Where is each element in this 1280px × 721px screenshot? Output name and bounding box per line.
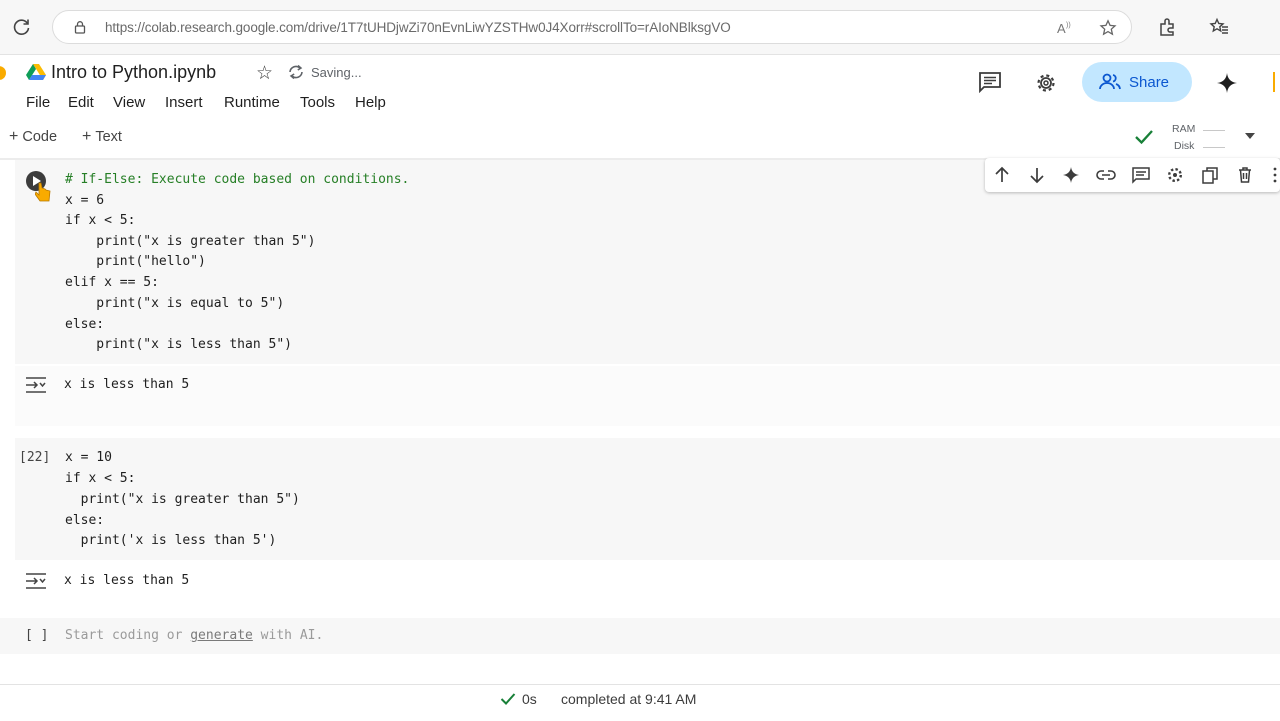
sync-icon: [289, 64, 303, 80]
colab-logo[interactable]: [0, 66, 6, 80]
code-line[interactable]: print('x is less than 5'): [65, 533, 277, 548]
ram-usage-bar: [1203, 130, 1225, 131]
ram-label[interactable]: RAM: [1172, 123, 1195, 135]
star-icon[interactable]: ☆: [256, 62, 273, 85]
output-toggle-icon[interactable]: [25, 572, 47, 590]
menu-runtime[interactable]: Runtime: [224, 94, 280, 111]
menu-file[interactable]: File: [26, 94, 50, 111]
code-line[interactable]: # If-Else: Execute code based on conditi…: [65, 172, 409, 187]
code-line[interactable]: elif x == 5:: [65, 275, 159, 290]
reload-icon[interactable]: [12, 17, 32, 37]
code-line[interactable]: x = 10: [65, 450, 112, 465]
share-label: Share: [1129, 74, 1170, 91]
menu-tools[interactable]: Tools: [300, 94, 335, 111]
comments-icon[interactable]: [978, 71, 1002, 93]
disk-usage-bar: [1203, 147, 1225, 148]
placeholder-text: with AI.: [252, 628, 324, 643]
plus-icon: +: [9, 128, 19, 145]
read-aloud-icon[interactable]: A )): [1055, 19, 1073, 37]
delete-icon[interactable]: [1236, 166, 1254, 184]
link-icon[interactable]: [1096, 166, 1116, 184]
svg-text:)): )): [1066, 22, 1071, 29]
browser-toolbar: https://colab.research.google.com/drive/…: [0, 0, 1280, 55]
favorites-icon[interactable]: [1209, 17, 1229, 37]
gemini-sparkle-icon[interactable]: [1216, 72, 1238, 94]
menu-insert[interactable]: Insert: [165, 94, 203, 111]
add-code-label: Code: [22, 129, 58, 145]
plus-icon: +: [82, 128, 92, 145]
mirror-cell-icon[interactable]: [1201, 166, 1219, 184]
status-check-icon: [500, 693, 516, 705]
execution-count[interactable]: [22]: [19, 450, 50, 465]
code-line[interactable]: print("x is equal to 5"): [65, 296, 284, 311]
extensions-icon[interactable]: [1157, 17, 1177, 37]
code-line[interactable]: print("x is less than 5"): [65, 337, 292, 352]
menu-view[interactable]: View: [113, 94, 145, 111]
code-line[interactable]: else:: [65, 513, 104, 528]
code-line[interactable]: x = 6: [65, 193, 104, 208]
code-line[interactable]: print("hello"): [65, 254, 206, 269]
gemini-cell-icon[interactable]: [1062, 166, 1080, 184]
share-button[interactable]: Share: [1082, 62, 1192, 102]
move-up-icon[interactable]: [993, 166, 1011, 184]
site-info-icon[interactable]: [73, 20, 87, 34]
cell-placeholder[interactable]: Start coding or generate with AI.: [65, 628, 323, 643]
cell-settings-icon[interactable]: [1166, 166, 1184, 184]
connected-check-icon[interactable]: [1134, 128, 1154, 146]
people-icon: [1099, 73, 1121, 90]
comment-icon[interactable]: [1131, 166, 1151, 184]
address-bar[interactable]: https://colab.research.google.com/drive/…: [52, 10, 1132, 44]
cell-toolbar: [985, 158, 1280, 192]
menu-help[interactable]: Help: [355, 94, 386, 111]
generate-link[interactable]: generate: [190, 628, 253, 643]
menu-edit[interactable]: Edit: [68, 94, 94, 111]
notebook-title[interactable]: Intro to Python.ipynb: [51, 62, 216, 83]
cell-output-text: x is less than 5: [64, 573, 190, 588]
url-text[interactable]: https://colab.research.google.com/drive/…: [105, 20, 731, 35]
add-text-cell-button[interactable]: + Text: [82, 128, 122, 146]
favorite-star-icon[interactable]: [1099, 19, 1117, 37]
code-line[interactable]: print("x is greater than 5"): [65, 492, 300, 507]
cell-output-text: x is less than 5: [64, 377, 190, 392]
settings-gear-icon[interactable]: [1034, 71, 1058, 95]
cell-output: [15, 366, 1280, 426]
add-text-label: Text: [95, 129, 122, 145]
move-down-icon[interactable]: [1028, 166, 1046, 184]
code-line[interactable]: else:: [65, 317, 104, 332]
code-line[interactable]: print("x is greater than 5"): [65, 234, 315, 249]
output-toggle-icon[interactable]: [25, 376, 47, 394]
google-drive-icon[interactable]: [26, 63, 46, 81]
code-line[interactable]: if x < 5:: [65, 471, 135, 486]
execution-time[interactable]: 0s: [522, 691, 537, 707]
cursor-hand-icon: [35, 182, 51, 202]
chevron-down-icon[interactable]: [1244, 131, 1256, 141]
more-options-icon[interactable]: [1271, 166, 1279, 184]
add-code-cell-button[interactable]: + Code: [9, 128, 57, 146]
svg-text:A: A: [1057, 21, 1066, 36]
code-line[interactable]: if x < 5:: [65, 213, 135, 228]
disk-label[interactable]: Disk: [1174, 140, 1194, 152]
save-status: Saving...: [311, 65, 362, 80]
placeholder-text: Start coding or: [65, 628, 191, 643]
status-message[interactable]: completed at 9:41 AM: [561, 691, 696, 707]
side-panel-edge-icon: [1273, 72, 1275, 92]
execution-count[interactable]: [ ]: [25, 628, 48, 643]
code-comment: # If-Else: Execute code based on conditi…: [65, 172, 410, 187]
